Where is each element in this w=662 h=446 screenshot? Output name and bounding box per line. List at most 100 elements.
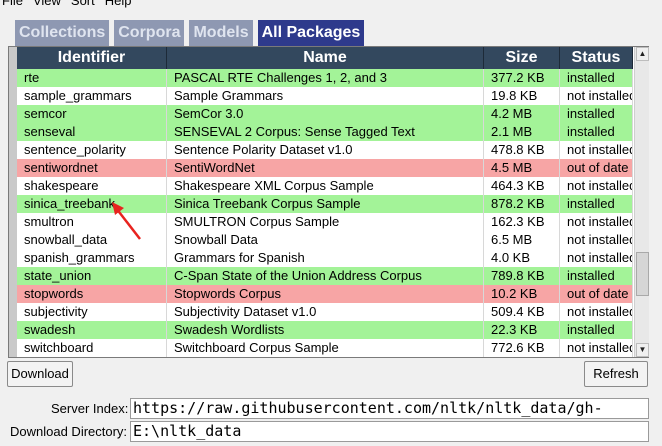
- cell-identifier: subjectivity: [17, 303, 167, 321]
- cell-size: 2.1 MB: [484, 123, 560, 141]
- table-header: Identifier Name Size Status: [17, 47, 633, 69]
- cell-status: not installed: [560, 231, 633, 249]
- column-header-size[interactable]: Size: [484, 47, 560, 69]
- cell-status: out of date: [560, 159, 633, 177]
- table-row[interactable]: sentiwordnet SentiWordNet 4.5 MB out of dat…: [17, 159, 633, 177]
- cell-size: 22.3 KB: [484, 321, 560, 339]
- table-row[interactable]: shakespeare Shakespeare XML Corpus Sample…: [17, 177, 633, 195]
- cell-status: not installed: [560, 213, 633, 231]
- cell-status: not installed: [560, 177, 633, 195]
- red-annotation-arrow-icon: [112, 202, 141, 240]
- cell-size: 377.2 KB: [484, 69, 560, 87]
- download-directory-field[interactable]: E:\nltk_data: [130, 421, 649, 442]
- cell-size: 4.5 MB: [484, 159, 560, 177]
- table-row[interactable]: sample_grammars Sample Grammars 19.8 KB not…: [17, 87, 633, 105]
- scroll-up-arrow-icon[interactable]: ▲: [636, 47, 649, 61]
- cell-size: 19.8 KB: [484, 87, 560, 105]
- cell-name: Snowball Data: [167, 231, 484, 249]
- cell-name: SENSEVAL 2 Corpus: Sense Tagged Text: [167, 123, 484, 141]
- cell-status: out of date: [560, 285, 633, 303]
- cell-status: not installed: [560, 339, 633, 357]
- table-row[interactable]: subjectivity Subjectivity Dataset v1.0 509…: [17, 303, 633, 321]
- cell-size: 478.8 KB: [484, 141, 560, 159]
- cell-name: PASCAL RTE Challenges 1, 2, and 3: [167, 69, 484, 87]
- cell-size: 772.6 KB: [484, 339, 560, 357]
- table-row[interactable]: state_union C-Span State of the Union Add…: [17, 267, 633, 285]
- cell-identifier: snowball_data: [17, 231, 167, 249]
- cell-name: Sentence Polarity Dataset v1.0: [167, 141, 484, 159]
- cell-name: Sample Grammars: [167, 87, 484, 105]
- cell-identifier: rte: [17, 69, 167, 87]
- cell-identifier: senseval: [17, 123, 167, 141]
- cell-status: installed: [560, 123, 633, 141]
- cell-identifier: semcor: [17, 105, 167, 123]
- cell-size: 878.2 KB: [484, 195, 560, 213]
- menu-sort[interactable]: Sort: [67, 0, 101, 8]
- table-row[interactable]: switchboard Switchboard Corpus Sample 772.…: [17, 339, 633, 357]
- cell-status: installed: [560, 267, 633, 285]
- cell-identifier: sinica_treebank: [17, 195, 167, 213]
- cell-identifier: sentence_polarity: [17, 141, 167, 159]
- menu-view[interactable]: View: [29, 0, 67, 8]
- column-header-status[interactable]: Status: [560, 47, 633, 69]
- cell-identifier: spanish_grammars: [17, 249, 167, 267]
- cell-size: 10.2 KB: [484, 285, 560, 303]
- table-row[interactable]: semcor SemCor 3.0 4.2 MB installed: [17, 105, 633, 123]
- tab-collections[interactable]: Collections: [15, 20, 110, 46]
- cell-identifier: switchboard: [17, 339, 167, 357]
- download-directory-label: Download Directory:: [10, 424, 128, 439]
- cell-size: 4.2 MB: [484, 105, 560, 123]
- cell-identifier: sample_grammars: [17, 87, 167, 105]
- refresh-button[interactable]: Refresh: [584, 361, 648, 387]
- cell-identifier: shakespeare: [17, 177, 167, 195]
- packages-table: Identifier Name Size Status rte PASCAL RT…: [8, 46, 649, 358]
- scrollbar-thumb[interactable]: [636, 252, 649, 296]
- tab-bar: Collections Corpora Models All Packages: [15, 20, 369, 46]
- menu-bar: File View Sort Help: [0, 0, 662, 8]
- cell-name: Swadesh Wordlists: [167, 321, 484, 339]
- cell-size: 789.8 KB: [484, 267, 560, 285]
- column-header-identifier[interactable]: Identifier: [17, 47, 167, 69]
- download-button[interactable]: Download: [7, 361, 73, 387]
- cell-status: installed: [560, 321, 633, 339]
- cell-name: Subjectivity Dataset v1.0: [167, 303, 484, 321]
- vertical-scrollbar[interactable]: ▲ ▼: [634, 47, 649, 357]
- menu-file[interactable]: File: [0, 0, 29, 8]
- table-row[interactable]: senseval SENSEVAL 2 Corpus: Sense Tagged …: [17, 123, 633, 141]
- cell-status: not installed: [560, 87, 633, 105]
- cell-name: Shakespeare XML Corpus Sample: [167, 177, 484, 195]
- cell-size: 464.3 KB: [484, 177, 560, 195]
- cell-status: installed: [560, 105, 633, 123]
- tab-all-packages[interactable]: All Packages: [257, 20, 365, 46]
- table-row[interactable]: rte PASCAL RTE Challenges 1, 2, and 3 377.…: [17, 69, 633, 87]
- cell-status: not installed: [560, 303, 633, 321]
- cell-name: Switchboard Corpus Sample: [167, 339, 484, 357]
- scroll-down-arrow-icon[interactable]: ▼: [636, 343, 649, 357]
- cell-size: 509.4 KB: [484, 303, 560, 321]
- cell-name: Grammars for Spanish: [167, 249, 484, 267]
- cell-identifier: smultron: [17, 213, 167, 231]
- table-row[interactable]: stopwords Stopwords Corpus 10.2 KB out of d…: [17, 285, 633, 303]
- table-row[interactable]: swadesh Swadesh Wordlists 22.3 KB installed: [17, 321, 633, 339]
- table-row[interactable]: spanish_grammars Grammars for Spanish 4.0 …: [17, 249, 633, 267]
- cell-status: installed: [560, 69, 633, 87]
- cell-identifier: state_union: [17, 267, 167, 285]
- cell-size: 162.3 KB: [484, 213, 560, 231]
- cell-identifier: stopwords: [17, 285, 167, 303]
- cell-identifier: swadesh: [17, 321, 167, 339]
- tab-corpora[interactable]: Corpora: [114, 20, 185, 46]
- cell-status: installed: [560, 195, 633, 213]
- column-header-name[interactable]: Name: [167, 47, 484, 69]
- cell-name: SMULTRON Corpus Sample: [167, 213, 484, 231]
- cell-name: SentiWordNet: [167, 159, 484, 177]
- table-row[interactable]: sentence_polarity Sentence Polarity Datas…: [17, 141, 633, 159]
- cell-size: 4.0 KB: [484, 249, 560, 267]
- server-index-label: Server Index:: [51, 401, 129, 416]
- cell-status: not installed: [560, 141, 633, 159]
- table-gutter: [9, 47, 17, 357]
- cell-identifier: sentiwordnet: [17, 159, 167, 177]
- menu-help[interactable]: Help: [101, 0, 138, 8]
- tab-models[interactable]: Models: [189, 20, 253, 46]
- server-index-field[interactable]: https://raw.githubusercontent.com/nltk/n…: [130, 398, 649, 419]
- cell-size: 6.5 MB: [484, 231, 560, 249]
